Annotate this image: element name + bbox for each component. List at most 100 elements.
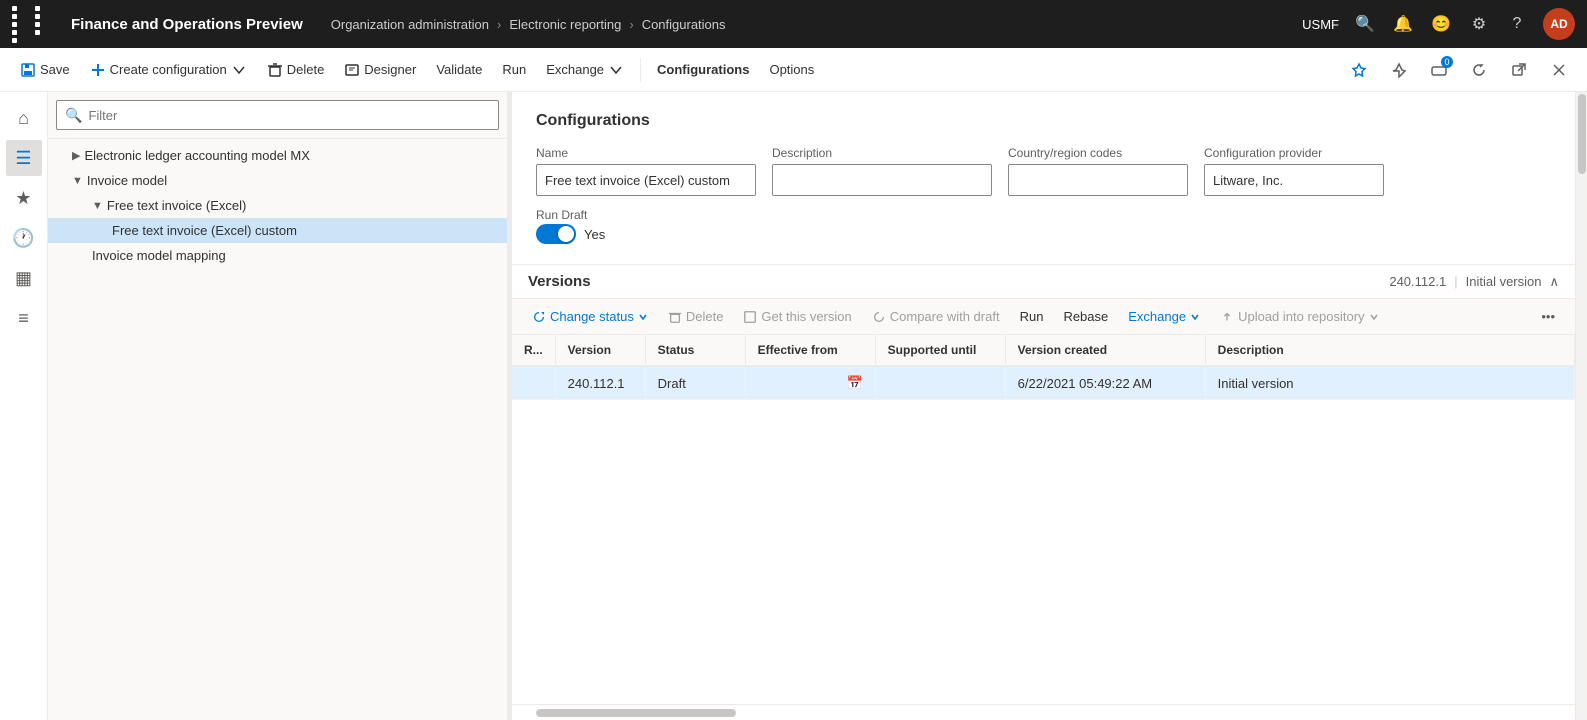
designer-icon (344, 62, 360, 78)
versions-delete-icon (668, 310, 682, 324)
country-input[interactable] (1008, 164, 1188, 196)
breadcrumb-electronic-reporting[interactable]: Electronic reporting (509, 17, 621, 32)
upload-repo-button[interactable]: Upload into repository (1212, 305, 1386, 328)
app-grid-icon[interactable] (12, 6, 55, 43)
field-group-country: Country/region codes (1008, 146, 1188, 196)
rebase-button[interactable]: Rebase (1055, 305, 1116, 328)
field-group-name: Name (536, 146, 756, 196)
validate-button[interactable]: Validate (428, 58, 490, 81)
table-header: R... Version Status Effective from Suppo… (512, 335, 1575, 366)
versions-toolbar: Change status Delete Get this version Co… (512, 299, 1575, 335)
change-status-button[interactable]: Change status (524, 305, 656, 328)
nav-recent-icon[interactable]: 🕐 (6, 220, 42, 256)
options-tab[interactable]: Options (761, 58, 822, 81)
nav-reports-icon[interactable]: ≡ (6, 300, 42, 336)
breadcrumb-org-admin[interactable]: Organization administration (331, 17, 489, 32)
org-label: USMF (1302, 17, 1339, 32)
col-header-desc: Description (1205, 335, 1574, 366)
cell-status: Draft (645, 366, 745, 400)
table-row[interactable]: 240.112.1 Draft 📅 6/22/2021 05:49:22 AM … (512, 366, 1575, 400)
change-status-chevron (638, 312, 648, 322)
description-input[interactable] (772, 164, 992, 196)
exchange-button[interactable]: Exchange (538, 58, 632, 82)
tree-item-label: Electronic ledger accounting model MX (84, 148, 309, 163)
cell-version: 240.112.1 (555, 366, 645, 400)
tree-item-free-text-custom[interactable]: Free text invoice (Excel) custom (48, 218, 507, 243)
compare-icon (872, 310, 886, 324)
tree-item-electronic-ledger[interactable]: ▶ Electronic ledger accounting model MX (48, 143, 507, 168)
right-scrollbar[interactable] (1575, 92, 1587, 720)
upload-icon (1220, 310, 1234, 324)
toolbar-right-icons: 0 (1343, 54, 1575, 86)
help-icon[interactable]: ? (1505, 15, 1529, 33)
h-scroll-thumb[interactable] (536, 709, 736, 717)
config-panel: Configurations Name Description Country/… (512, 92, 1575, 265)
smiley-icon[interactable]: 😊 (1429, 14, 1453, 34)
versions-exchange-button[interactable]: Exchange (1120, 305, 1208, 328)
settings-icon[interactable]: ⚙ (1467, 14, 1491, 34)
upload-chevron-icon (1369, 312, 1379, 322)
nav-home-icon[interactable]: ⌂ (6, 100, 42, 136)
favorites-icon[interactable] (1343, 54, 1375, 86)
version-sep: | (1454, 274, 1457, 289)
tree-item-invoice-mapping[interactable]: Invoice model mapping (48, 243, 507, 268)
run-draft-toggle[interactable] (536, 224, 576, 244)
name-input[interactable] (536, 164, 756, 196)
chevron-right-icon: ▶ (72, 149, 80, 162)
toolbar-separator (640, 58, 641, 82)
create-configuration-button[interactable]: Create configuration (82, 58, 255, 82)
sidebar: 🔍 ▶ Electronic ledger accounting model M… (48, 92, 508, 720)
versions-panel: Versions 240.112.1 | Initial version ∧ C… (512, 265, 1575, 720)
filter-input[interactable] (88, 108, 490, 123)
nav-workspace-icon[interactable]: ▦ (6, 260, 42, 296)
cell-supported (875, 366, 1005, 400)
avatar[interactable]: AD (1543, 8, 1575, 40)
config-fields: Name Description Country/region codes Co… (536, 146, 1551, 196)
filter-magnifier-icon: 🔍 (65, 107, 82, 124)
tree-item-label: Free text invoice (Excel) custom (112, 223, 297, 238)
horizontal-scrollbar[interactable] (512, 704, 1575, 720)
tree-item-invoice-model[interactable]: ▼ Invoice model (48, 168, 507, 193)
save-button[interactable]: Save (12, 58, 78, 82)
designer-button[interactable]: Designer (336, 58, 424, 82)
get-this-version-button[interactable]: Get this version (735, 305, 859, 328)
versions-run-button[interactable]: Run (1012, 305, 1052, 328)
scroll-thumb[interactable] (1578, 94, 1586, 174)
pin-icon[interactable] (1383, 54, 1415, 86)
change-status-icon (532, 310, 546, 324)
delete-button[interactable]: Delete (259, 58, 333, 82)
sidebar-filter-area: 🔍 (48, 92, 507, 139)
col-header-created: Version created (1005, 335, 1205, 366)
nav-list-icon[interactable]: ☰ (6, 140, 42, 176)
tree-item-label: Invoice model (87, 173, 167, 188)
notification-badge-icon[interactable]: 0 (1423, 54, 1455, 86)
compare-draft-button[interactable]: Compare with draft (864, 305, 1008, 328)
provider-select[interactable]: Litware, Inc. (1204, 164, 1384, 196)
versions-table: R... Version Status Effective from Suppo… (512, 335, 1575, 704)
cell-effective[interactable]: 📅 (745, 366, 875, 400)
breadcrumb: Organization administration › Electronic… (331, 17, 1294, 32)
open-new-icon[interactable] (1503, 54, 1535, 86)
table-header-row: R... Version Status Effective from Suppo… (512, 335, 1575, 366)
col-header-supported: Supported until (875, 335, 1005, 366)
more-options-button[interactable]: ••• (1533, 305, 1563, 328)
run-draft-row: Run Draft Yes (536, 208, 1551, 244)
main-toolbar: Save Create configuration Delete Designe… (0, 48, 1587, 92)
breadcrumb-configurations[interactable]: Configurations (642, 17, 726, 32)
filter-input-wrap[interactable]: 🔍 (56, 100, 499, 130)
versions-collapse-icon[interactable]: ∧ (1549, 274, 1559, 290)
toggle-wrap: Yes (536, 224, 605, 244)
nav-star-icon[interactable]: ★ (6, 180, 42, 216)
name-label: Name (536, 146, 756, 160)
configurations-tab[interactable]: Configurations (649, 58, 757, 81)
close-icon[interactable] (1543, 54, 1575, 86)
version-label: Initial version (1466, 274, 1542, 289)
tree-item-free-text-invoice[interactable]: ▼ Free text invoice (Excel) (48, 193, 507, 218)
search-icon[interactable]: 🔍 (1353, 14, 1377, 34)
run-button[interactable]: Run (494, 58, 534, 81)
calendar-icon[interactable]: 📅 (846, 375, 862, 391)
versions-delete-button[interactable]: Delete (660, 305, 732, 328)
toggle-thumb (558, 226, 574, 242)
notification-icon[interactable]: 🔔 (1391, 14, 1415, 34)
refresh-icon[interactable] (1463, 54, 1495, 86)
